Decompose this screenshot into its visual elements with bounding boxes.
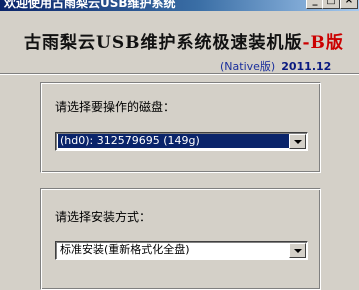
disk-select-label: 请选择要操作的磁盘： (55, 100, 176, 114)
disk-select-value[interactable]: (hd0): 312579695 (149g) (58, 134, 289, 148)
banner-title-edition: -B版 (302, 33, 344, 53)
install-mode-group: 请选择安装方式： 标准安装(重新格式化全盘) (40, 188, 321, 290)
close-button[interactable]: × (340, 0, 358, 9)
maximize-button[interactable]: □ (322, 0, 340, 9)
install-mode-dropdown[interactable]: 标准安装(重新格式化全盘) (55, 241, 308, 260)
install-mode-label: 请选择安装方式： (55, 210, 152, 224)
banner-title: 古雨梨云USB维护系统极速装机版-B版 (24, 28, 344, 53)
window-title: 欢迎使用古雨梨云USB维护系统 (4, 0, 176, 10)
header-separator (0, 73, 359, 75)
disk-select-dropdown[interactable]: (hd0): 312579695 (149g) (55, 132, 308, 151)
install-mode-value[interactable]: 标准安装(重新格式化全盘) (58, 243, 289, 257)
title-bar[interactable]: 欢迎使用古雨梨云USB维护系统 _ □ × (0, 0, 359, 11)
banner-version: 2011.12 (281, 60, 332, 73)
banner-native-label: (Native版) (220, 60, 276, 73)
chevron-down-icon[interactable] (289, 243, 306, 258)
banner-title-main: 古雨梨云USB维护系统极速装机版 (24, 33, 303, 53)
installer-window: 欢迎使用古雨梨云USB维护系统 _ □ × 古雨梨云USB维护系统极速装机版-B… (0, 0, 359, 290)
banner-subtitle: (Native版) 2011.12 (220, 58, 331, 74)
header-banner: 古雨梨云USB维护系统极速装机版-B版 (Native版) 2011.12 (0, 11, 359, 74)
chevron-down-icon[interactable] (289, 134, 306, 149)
disk-select-group: 请选择要操作的磁盘： (hd0): 312579695 (149g) (40, 82, 321, 173)
